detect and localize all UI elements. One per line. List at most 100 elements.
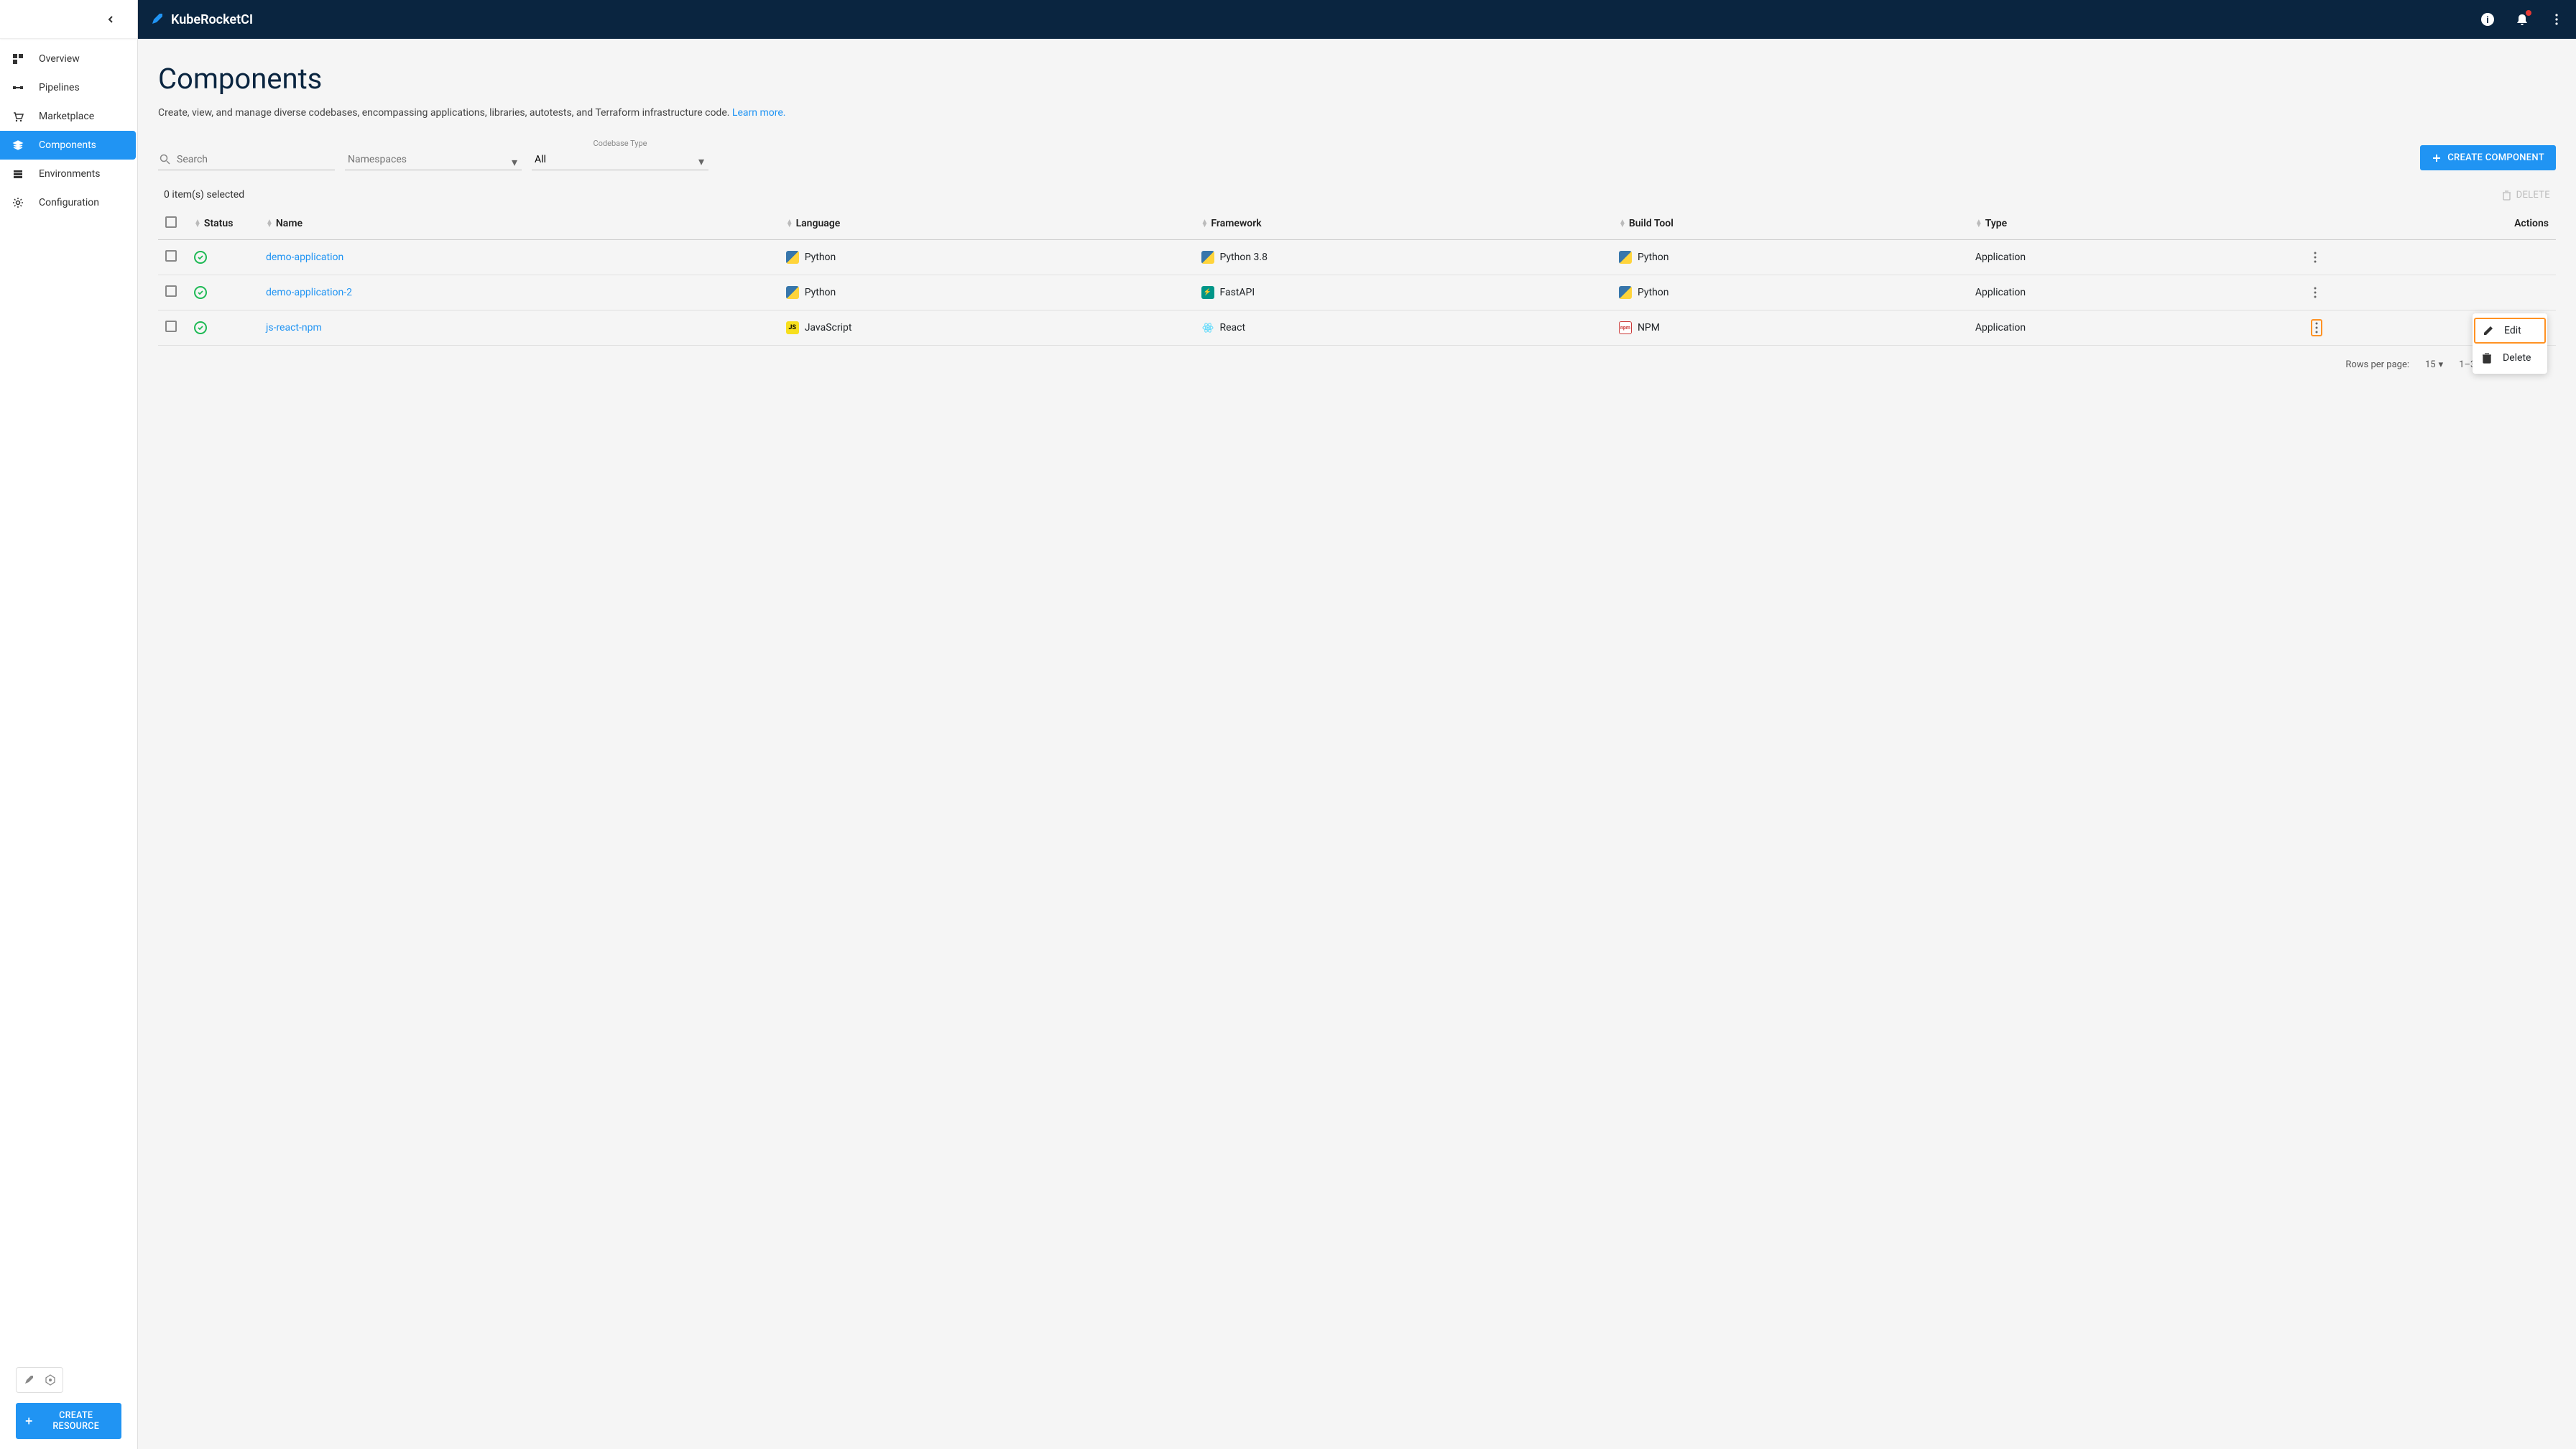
type-value: Application: [1975, 287, 2026, 298]
kebab-icon: [2314, 287, 2317, 298]
type-value: Application: [1975, 252, 2026, 263]
row-actions-button[interactable]: [2311, 319, 2322, 336]
sidebar-item-configuration[interactable]: Configuration: [0, 188, 137, 217]
status-ok-icon: [194, 251, 207, 264]
sidebar: Overview Pipelines Marketplace Component…: [0, 0, 138, 1449]
type-value: Application: [1975, 322, 2026, 334]
sort-icon[interactable]: ▲▼: [1619, 220, 1626, 227]
search-input[interactable]: [158, 150, 335, 170]
table-row: demo-application-2 Python ⚡FastAPI Pytho…: [158, 275, 2556, 310]
nav: Overview Pipelines Marketplace Component…: [0, 39, 137, 1357]
page-title: Components: [158, 62, 2556, 96]
table-toolbar: 0 item(s) selected DELETE: [158, 182, 2556, 208]
gear-icon: [11, 196, 24, 209]
sort-icon[interactable]: ▲▼: [1201, 220, 1209, 227]
content: Components Create, view, and manage dive…: [138, 39, 2576, 1449]
status-ok-icon: [194, 321, 207, 334]
more-button[interactable]: [2549, 12, 2565, 27]
rows-per-page-select[interactable]: 15 ▾: [2425, 359, 2443, 370]
learn-more-link[interactable]: Learn more.: [732, 107, 786, 119]
sidebar-item-label: Configuration: [39, 197, 99, 208]
sidebar-item-label: Marketplace: [39, 111, 94, 122]
menu-edit[interactable]: Edit: [2474, 318, 2546, 344]
components-table: ▲▼Status ▲▼Name ▲▼Language ▲▼Framework ▲…: [158, 208, 2556, 346]
filters: ▾ Codebase Type ▾ CREATE COMPONENT: [158, 139, 2556, 170]
brand-label: KubeRocketCI: [171, 12, 253, 27]
kebab-icon: [2315, 322, 2318, 334]
trash-icon: [2501, 190, 2512, 201]
footer-rocket-button[interactable]: [19, 1371, 38, 1389]
language-value: JavaScript: [805, 322, 852, 334]
row-actions-button[interactable]: [2311, 284, 2319, 301]
sidebar-item-components[interactable]: Components: [0, 131, 136, 160]
row-actions-button[interactable]: [2311, 249, 2319, 266]
layers-icon: [11, 139, 24, 152]
pagination: Rows per page: 15 ▾ 1–3 of 3: [158, 346, 2556, 383]
notification-dot: [2526, 10, 2531, 16]
row-checkbox[interactable]: [165, 321, 177, 332]
environments-icon: [11, 167, 24, 180]
sidebar-footer: CREATE RESOURCE: [0, 1357, 137, 1449]
build-tool-value: Python: [1638, 252, 1669, 263]
sort-icon[interactable]: ▲▼: [266, 220, 273, 227]
sidebar-item-label: Overview: [39, 53, 80, 65]
cart-icon: [11, 110, 24, 123]
search-icon: [160, 154, 171, 168]
language-value: Python: [805, 287, 836, 298]
page-subtitle: Create, view, and manage diverse codebas…: [158, 107, 2556, 119]
framework-value: FastAPI: [1220, 287, 1255, 298]
namespaces-select[interactable]: [345, 150, 522, 170]
sort-icon[interactable]: ▲▼: [1975, 220, 1982, 227]
kebab-icon: [2555, 14, 2558, 25]
sidebar-item-environments[interactable]: Environments: [0, 160, 137, 188]
sort-icon[interactable]: ▲▼: [194, 220, 201, 227]
footer-k8s-button[interactable]: [41, 1371, 60, 1389]
svg-text:i: i: [2486, 15, 2488, 26]
header: KubeRocketCI i: [138, 0, 2576, 39]
row-actions-menu: Edit Delete: [2473, 313, 2547, 374]
sidebar-item-label: Environments: [39, 168, 100, 180]
info-icon: i: [2480, 12, 2495, 27]
sidebar-item-label: Pipelines: [39, 82, 80, 93]
sidebar-item-pipelines[interactable]: Pipelines: [0, 73, 137, 102]
pipeline-icon: [11, 81, 24, 94]
notifications-button[interactable]: [2514, 12, 2530, 27]
create-component-button[interactable]: CREATE COMPONENT: [2420, 145, 2556, 170]
component-name-link[interactable]: js-react-npm: [266, 322, 322, 334]
build-tool-value: NPM: [1638, 322, 1660, 334]
selected-count: 0 item(s) selected: [164, 189, 244, 201]
info-button[interactable]: i: [2480, 12, 2496, 27]
bulk-delete-button[interactable]: DELETE: [2501, 190, 2550, 201]
menu-delete[interactable]: Delete: [2473, 345, 2547, 371]
sidebar-item-marketplace[interactable]: Marketplace: [0, 102, 137, 131]
plus-icon: [24, 1416, 33, 1426]
pencil-icon: [2483, 325, 2494, 336]
build-tool-value: Python: [1638, 287, 1669, 298]
row-checkbox[interactable]: [165, 285, 177, 297]
language-value: Python: [805, 252, 836, 263]
table-row: js-react-npm JSJavaScript React npmNPM A…: [158, 310, 2556, 346]
create-resource-label: CREATE RESOURCE: [39, 1410, 113, 1432]
framework-value: Python 3.8: [1220, 252, 1268, 263]
component-name-link[interactable]: demo-application-2: [266, 287, 352, 298]
row-checkbox[interactable]: [165, 250, 177, 262]
sidebar-item-overview[interactable]: Overview: [0, 45, 137, 73]
select-all-checkbox[interactable]: [165, 216, 177, 228]
create-component-label: CREATE COMPONENT: [2447, 152, 2544, 163]
dashboard-icon: [11, 52, 24, 65]
rocket-icon: [149, 12, 164, 27]
status-ok-icon: [194, 286, 207, 299]
codebase-type-select[interactable]: [532, 150, 708, 170]
plus-icon: [2432, 153, 2442, 163]
framework-value: React: [1220, 322, 1246, 334]
codebase-type-label: Codebase Type: [593, 139, 647, 148]
component-name-link[interactable]: demo-application: [266, 252, 343, 263]
kebab-icon: [2314, 252, 2317, 263]
caret-down-icon: ▾: [2439, 359, 2444, 370]
create-resource-button[interactable]: CREATE RESOURCE: [16, 1403, 121, 1439]
brand[interactable]: KubeRocketCI: [149, 12, 253, 27]
chevron-left-icon: [107, 16, 114, 23]
sort-icon[interactable]: ▲▼: [786, 220, 793, 227]
table-row: demo-application Python Python 3.8 Pytho…: [158, 240, 2556, 275]
sidebar-collapse-button[interactable]: [0, 0, 137, 39]
